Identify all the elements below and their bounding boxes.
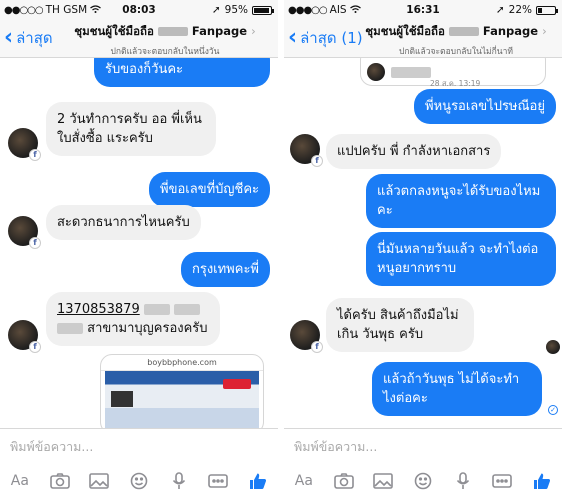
message-text: พี่หนูรอเลขไปรษณีอยู่ bbox=[425, 99, 545, 114]
message-text: กรุงเทพคะพี่ bbox=[191, 262, 259, 277]
message-incoming[interactable]: 1370853879 สาขามาบุญครองครับ bbox=[46, 292, 220, 346]
back-label: ล่าสุด (1) bbox=[300, 29, 363, 47]
microphone-icon[interactable] bbox=[450, 470, 476, 492]
redacted-name bbox=[157, 27, 188, 36]
messenger-badge-icon: f bbox=[29, 237, 41, 249]
message-outgoing[interactable]: แล้วตกลงหนูจะได้รับของไหมคะ bbox=[366, 174, 556, 228]
avatar bbox=[367, 63, 385, 81]
page-name: ชุมชนผู้ใช้มือถือ bbox=[74, 24, 154, 38]
messenger-badge-icon: f bbox=[29, 341, 41, 353]
message-outgoing[interactable]: รับของก็วันคะ bbox=[94, 58, 270, 87]
message-input[interactable]: พิมพ์ข้อความ... bbox=[294, 437, 377, 457]
message-incoming[interactable]: แปปครับ พี่ กำลังหาเอกสาร bbox=[326, 134, 502, 169]
message-text: รับของก็วันคะ bbox=[105, 62, 184, 77]
right-screen: ●●●○○ AIS 16:31 ➚ 22% ‹ ล่าสุด (1) ชุมชน… bbox=[284, 0, 562, 500]
messenger-badge-icon: f bbox=[311, 341, 323, 353]
website-screenshot bbox=[105, 371, 259, 428]
response-time: ปกติแล้วจะตอบกลับในหนึ่งวัน bbox=[110, 47, 220, 57]
page-suffix: Fanpage bbox=[482, 24, 539, 38]
message-incoming[interactable]: สะดวกธนาการไหนครับ bbox=[46, 205, 201, 240]
message-list[interactable]: 28 ส.ค. 13:19 พี่หนูรอเลขไปรษณีอยู่ f แป… bbox=[284, 58, 562, 428]
message-input[interactable]: พิมพ์ข้อความ... bbox=[10, 437, 93, 457]
message-text: แปปครับ พี่ กำลังหาเอกสาร bbox=[337, 144, 491, 159]
like-button-icon[interactable] bbox=[529, 470, 555, 492]
avatar[interactable]: f bbox=[8, 216, 41, 249]
site-logo bbox=[223, 379, 251, 389]
photo-gallery-icon[interactable] bbox=[370, 470, 396, 492]
message-outgoing[interactable]: พี่ขอเลขที่บัญชีคะ bbox=[149, 172, 270, 207]
more-options-icon[interactable] bbox=[205, 470, 231, 492]
message-text: แล้วตกลงหนูจะได้รับของไหมคะ bbox=[377, 184, 541, 218]
sticker-icon[interactable] bbox=[410, 470, 436, 492]
avatar[interactable]: f bbox=[290, 134, 323, 167]
messenger-badge-icon: f bbox=[29, 149, 41, 161]
nav-bar: ‹ ล่าสุด (1) ชุมชนผู้ใช้มือถือ Fanpage ›… bbox=[284, 20, 562, 58]
composer: พิมพ์ข้อความ... Aa bbox=[0, 428, 278, 500]
chevron-right-icon: › bbox=[542, 24, 547, 38]
messenger-badge-icon: f bbox=[311, 155, 323, 167]
status-bar: ●●●○○ AIS 16:31 ➚ 22% bbox=[284, 0, 562, 20]
page-name: ชุมชนผู้ใช้มือถือ bbox=[365, 24, 445, 38]
composer: พิมพ์ข้อความ... Aa bbox=[284, 428, 562, 500]
battery-percent: 95% bbox=[224, 4, 248, 16]
account-number-link[interactable]: 1370853879 bbox=[57, 302, 140, 317]
back-button[interactable]: ‹ ล่าสุด bbox=[4, 26, 53, 50]
shared-image-card[interactable]: boybbphone.com bbox=[100, 354, 264, 428]
message-outgoing[interactable]: แล้วถ้าวันพุธ ไม่ได้จะทำไงต่อคะ bbox=[372, 362, 542, 416]
redacted-name bbox=[57, 323, 83, 334]
message-text: สะดวกธนาการไหนครับ bbox=[57, 215, 190, 230]
redacted-name bbox=[143, 304, 170, 315]
redacted-name bbox=[174, 304, 200, 315]
battery-percent: 22% bbox=[508, 4, 532, 16]
avatar[interactable]: f bbox=[8, 128, 41, 161]
conversation-title[interactable]: ชุมชนผู้ใช้มือถือ Fanpage › ปกติแล้วจะตอ… bbox=[358, 23, 554, 58]
message-list[interactable]: รับของก็วันคะ f 2 วันทำการครับ ออ พี่เห็… bbox=[0, 58, 278, 428]
back-button[interactable]: ‹ ล่าสุด (1) bbox=[288, 26, 363, 50]
redacted-name bbox=[391, 67, 431, 78]
message-incoming[interactable]: 2 วันทำการครับ ออ พี่เห็นใบสั่งซื้อ แระค… bbox=[46, 102, 216, 156]
avatar[interactable]: f bbox=[8, 320, 41, 353]
message-text: ได้ครับ สินค้าถึงมือไม่เกิน วันพุธ ครับ bbox=[337, 308, 459, 342]
like-button-icon[interactable] bbox=[245, 470, 271, 492]
composer-toolbar: Aa bbox=[284, 468, 562, 494]
response-time: ปกติแล้วจะตอบกลับในไม่กี่นาที bbox=[398, 47, 513, 57]
back-label: ล่าสุด bbox=[16, 29, 53, 47]
microphone-icon[interactable] bbox=[166, 470, 192, 492]
site-label: boybbphone.com bbox=[101, 355, 263, 371]
more-options-icon[interactable] bbox=[489, 470, 515, 492]
composer-toolbar: Aa bbox=[0, 468, 278, 494]
redacted-name bbox=[448, 27, 479, 36]
message-outgoing[interactable]: กรุงเทพคะพี่ bbox=[180, 252, 270, 287]
battery-icon bbox=[252, 5, 274, 15]
battery-icon bbox=[536, 5, 558, 15]
left-screen: ●●○○○ TH GSM 08:03 ➚ 95% ‹ ล่าสุด ชุมชนผ… bbox=[0, 0, 278, 500]
message-text: แล้วถ้าวันพุธ ไม่ได้จะทำไงต่อคะ bbox=[383, 372, 520, 406]
text-format-button[interactable]: Aa bbox=[291, 470, 317, 492]
message-incoming[interactable]: ได้ครับ สินค้าถึงมือไม่เกิน วันพุธ ครับ bbox=[326, 298, 474, 352]
message-text: สาขามาบุญครองครับ bbox=[87, 321, 208, 336]
text-format-button[interactable]: Aa bbox=[7, 470, 33, 492]
conversation-title[interactable]: ชุมชนผู้ใช้มือถือ Fanpage › ปกติแล้วจะตอ… bbox=[60, 23, 270, 58]
page-suffix: Fanpage bbox=[191, 24, 248, 38]
delivered-check-icon: ✓ bbox=[548, 405, 558, 415]
product-image bbox=[111, 391, 133, 407]
photo-gallery-icon[interactable] bbox=[86, 470, 112, 492]
chevron-right-icon: › bbox=[251, 24, 256, 38]
camera-icon[interactable] bbox=[47, 470, 73, 492]
nav-bar: ‹ ล่าสุด ชุมชนผู้ใช้มือถือ Fanpage › ปกต… bbox=[0, 20, 278, 58]
location-icon: ➚ bbox=[495, 4, 505, 16]
message-text: 2 วันทำการครับ ออ พี่เห็นใบสั่งซื้อ แระค… bbox=[57, 112, 202, 146]
message-text: นี่มันหลายวันแล้ว จะทำไงต่อ หนูอยากทราบ bbox=[377, 242, 539, 276]
read-receipt-avatar bbox=[546, 340, 560, 354]
avatar[interactable]: f bbox=[290, 320, 323, 353]
message-outgoing[interactable]: พี่หนูรอเลขไปรษณีอยู่ bbox=[414, 89, 556, 124]
location-icon: ➚ bbox=[211, 4, 221, 16]
message-text: พี่ขอเลขที่บัญชีคะ bbox=[160, 182, 259, 197]
chevron-left-icon: ‹ bbox=[288, 25, 298, 50]
chevron-left-icon: ‹ bbox=[4, 25, 14, 50]
status-bar: ●●○○○ TH GSM 08:03 ➚ 95% bbox=[0, 0, 278, 20]
camera-icon[interactable] bbox=[331, 470, 357, 492]
message-outgoing[interactable]: นี่มันหลายวันแล้ว จะทำไงต่อ หนูอยากทราบ bbox=[366, 232, 556, 286]
sticker-icon[interactable] bbox=[126, 470, 152, 492]
